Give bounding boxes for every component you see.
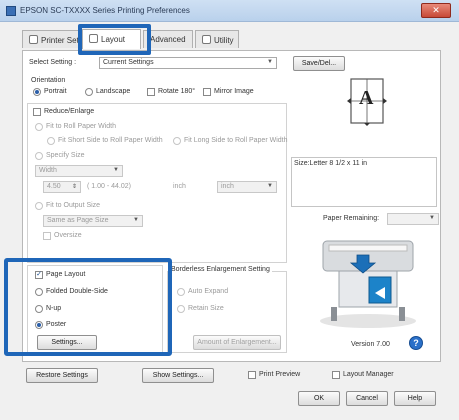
help-icon[interactable]: ? xyxy=(409,336,423,350)
orientation-heading: Orientation xyxy=(31,77,66,84)
tab-label: Utility xyxy=(214,36,234,45)
select-setting-combo[interactable]: Current Settings ▼ xyxy=(99,57,277,69)
portrait-radio[interactable] xyxy=(33,88,41,96)
fit-roll-width-label: Fit to Roll Paper Width xyxy=(46,123,117,130)
printer-illustration xyxy=(313,231,423,331)
size-number-input[interactable]: 4.50 ⇕ xyxy=(43,181,81,193)
amount-of-enlargement-button[interactable]: Amount of Enlargement... xyxy=(193,335,281,350)
specify-size-radio[interactable] xyxy=(35,152,43,160)
tab-printer-settings[interactable]: Printer Sett... xyxy=(22,30,88,48)
rotate-label: Rotate 180° xyxy=(158,88,196,95)
fit-output-combo[interactable]: Same as Page Size ▼ xyxy=(43,215,143,227)
select-setting-label: Select Setting : xyxy=(29,59,77,66)
fit-output-value: Same as Page Size xyxy=(47,217,109,224)
layout-tab-highlight xyxy=(78,24,151,55)
title-bar: EPSON SC-TXXXX Series Printing Preferenc… xyxy=(0,0,459,22)
mirror-label: Mirror Image xyxy=(214,88,254,95)
restore-settings-button[interactable]: Restore Settings xyxy=(26,368,98,383)
paper-remaining-label: Paper Remaining: xyxy=(323,215,380,222)
version-label: Version 7.00 xyxy=(351,341,390,348)
save-del-button[interactable]: Save/Del... xyxy=(293,56,345,71)
printer-settings-icon xyxy=(29,35,38,44)
size-info-box: Size:Letter 8 1/2 x 11 in xyxy=(291,157,437,207)
borderless-heading: Borderless Enlargement Setting xyxy=(169,266,272,273)
size-unit-value: inch xyxy=(221,183,234,190)
landscape-label: Landscape xyxy=(96,88,131,95)
show-settings-button[interactable]: Show Settings... xyxy=(142,368,214,383)
auto-expand-radio[interactable] xyxy=(177,288,185,296)
chevron-down-icon: ▼ xyxy=(133,217,139,223)
oversize-checkbox[interactable] xyxy=(43,232,51,240)
window-title: EPSON SC-TXXXX Series Printing Preferenc… xyxy=(20,6,190,15)
preview-letter: A xyxy=(359,87,374,109)
help-button[interactable]: Help xyxy=(394,391,436,406)
rotate-checkbox[interactable] xyxy=(147,88,155,96)
portrait-label: Portrait xyxy=(44,88,67,95)
page-layout-highlight xyxy=(4,258,172,356)
spin-icon: ⇕ xyxy=(71,184,77,190)
reduce-enlarge-checkbox[interactable] xyxy=(33,108,41,116)
size-range-label: ( 1.00 - 44.02) xyxy=(87,183,131,190)
reduce-enlarge-label: Reduce/Enlarge xyxy=(44,108,95,115)
cancel-button[interactable]: Cancel xyxy=(346,391,388,406)
chevron-down-icon: ▼ xyxy=(429,215,435,221)
size-number-value: 4.50 xyxy=(47,183,61,190)
printer-icon xyxy=(6,6,16,16)
printing-preferences-window: EPSON SC-TXXXX Series Printing Preferenc… xyxy=(0,0,459,420)
chevron-down-icon: ▼ xyxy=(267,183,273,189)
retain-size-label: Retain Size xyxy=(188,305,224,312)
landscape-radio[interactable] xyxy=(85,88,93,96)
fit-short-side-radio[interactable] xyxy=(47,137,55,145)
specify-size-combo[interactable]: Width ▼ xyxy=(35,165,123,177)
ok-button[interactable]: OK xyxy=(298,391,340,406)
print-preview-label: Print Preview xyxy=(259,371,301,378)
paper-remaining-combo[interactable]: ▼ xyxy=(387,213,439,225)
oversize-label: Oversize xyxy=(54,232,82,239)
select-setting-value: Current Settings xyxy=(103,59,154,66)
large-format-printer-icon xyxy=(320,240,416,328)
mirror-checkbox[interactable] xyxy=(203,88,211,96)
fit-output-label: Fit to Output Size xyxy=(46,202,101,209)
layout-manager-label: Layout Manager xyxy=(343,371,394,378)
size-info-text: Size:Letter 8 1/2 x 11 in xyxy=(294,160,368,167)
fit-roll-width-radio[interactable] xyxy=(35,123,43,131)
fit-output-radio[interactable] xyxy=(35,202,43,210)
print-preview-checkbox[interactable] xyxy=(248,371,256,379)
size-unit-label: inch xyxy=(173,183,186,190)
fit-short-side-label: Fit Short Side to Roll Paper Width xyxy=(58,137,163,144)
specify-size-label: Specify Size xyxy=(46,152,85,159)
utility-icon xyxy=(202,35,211,44)
chevron-down-icon: ▼ xyxy=(267,59,273,65)
retain-size-radio[interactable] xyxy=(177,305,185,313)
specify-size-value: Width xyxy=(39,167,57,174)
page-preview: A xyxy=(345,77,389,127)
close-button[interactable]: ✕ xyxy=(421,3,451,18)
auto-expand-label: Auto Expand xyxy=(188,288,229,295)
fit-long-side-radio[interactable] xyxy=(173,137,181,145)
fit-long-side-label: Fit Long Side to Roll Paper Width xyxy=(184,137,288,144)
layout-manager-checkbox[interactable] xyxy=(332,371,340,379)
tab-utility[interactable]: Utility xyxy=(195,30,239,48)
size-unit-combo[interactable]: inch ▼ xyxy=(217,181,277,193)
tab-label: Advanced xyxy=(150,35,186,44)
chevron-down-icon: ▼ xyxy=(113,167,119,173)
